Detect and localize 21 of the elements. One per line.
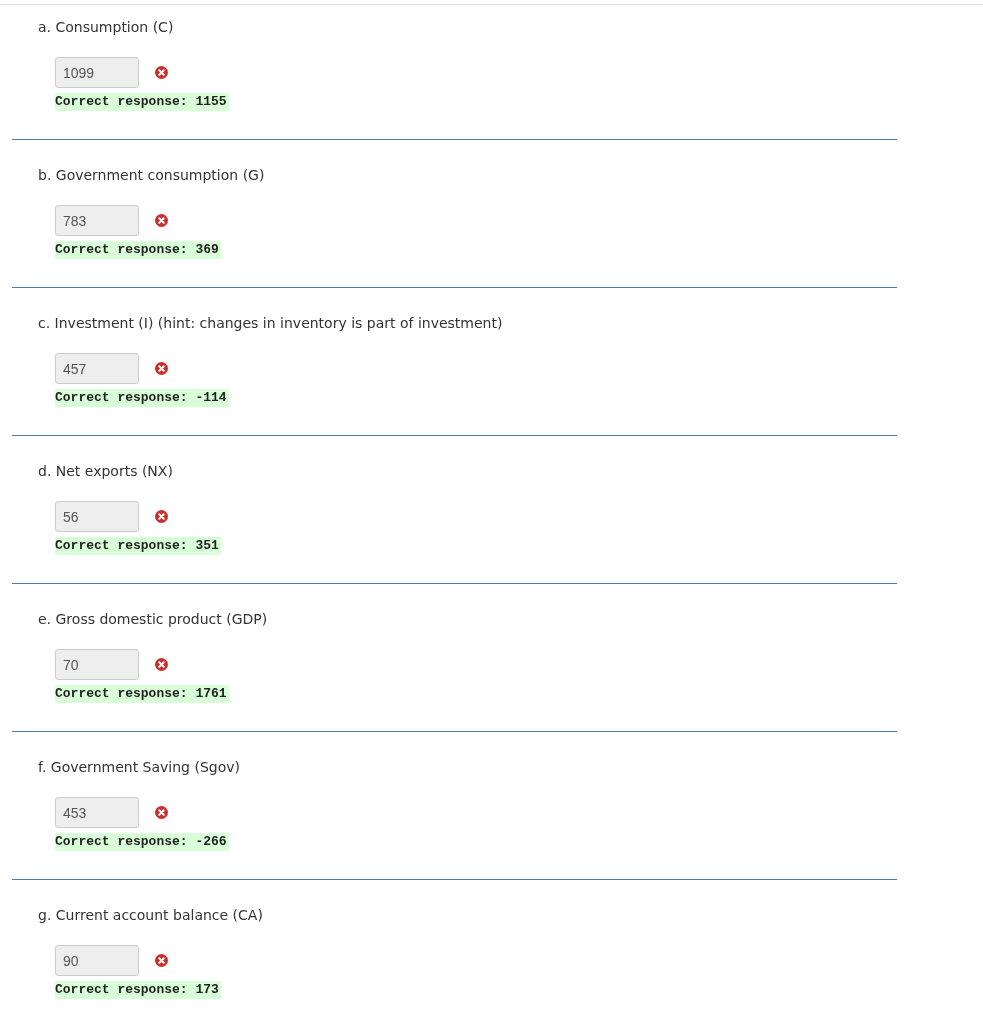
answer-field[interactable]: 1099 (55, 57, 139, 88)
correct-response-text: Correct response: -266 (55, 833, 229, 851)
correct-response-text: Correct response: 173 (55, 981, 221, 999)
correct-response-text: Correct response: 1155 (55, 93, 229, 111)
correct-response-text: Correct response: 351 (55, 537, 221, 555)
answer-field[interactable]: 90 (55, 945, 139, 976)
answer-field[interactable]: 457 (55, 353, 139, 384)
correct-response-text: Correct response: 369 (55, 241, 221, 259)
answer-field[interactable]: 783 (55, 205, 139, 236)
answer-field[interactable]: 70 (55, 649, 139, 680)
answer-field[interactable]: 453 (55, 797, 139, 828)
question-label: e. Gross domestic product (GDP) (38, 610, 269, 629)
question-label: a. Consumption (C) (38, 18, 175, 37)
question-label: d. Net exports (NX) (38, 462, 174, 481)
question-label: b. Government consumption (G) (38, 166, 266, 185)
question-label: f. Government Saving (Sgov) (38, 758, 241, 777)
answer-field[interactable]: 56 (55, 501, 139, 532)
correct-response-text: Correct response: 1761 (55, 685, 229, 703)
question-label: g. Current account balance (CA) (38, 906, 264, 925)
correct-response-text: Correct response: -114 (55, 389, 229, 407)
question-label: c. Investment (I) (hint: changes in inventory is part of investment) (38, 314, 504, 333)
